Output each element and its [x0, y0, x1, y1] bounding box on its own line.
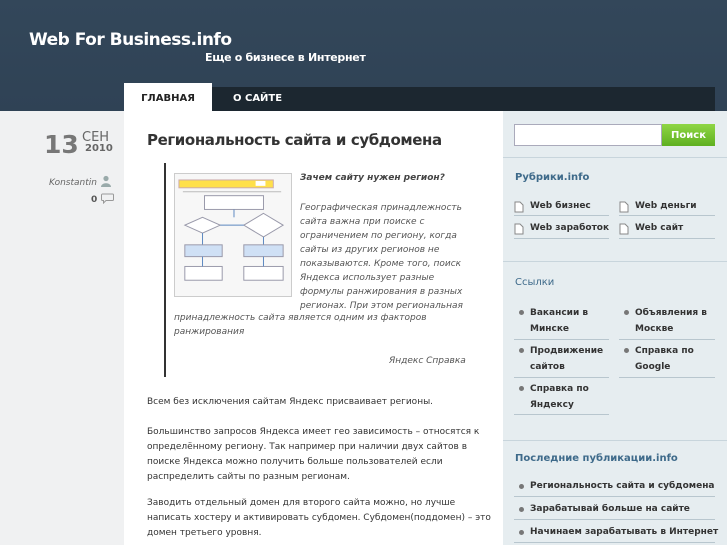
comment-count[interactable]: 0: [91, 195, 97, 205]
post-date-year: 2010: [85, 143, 113, 154]
divider: [514, 377, 609, 378]
divider: [514, 238, 609, 239]
site-tagline: Еще о бизнесе в Интернет: [205, 51, 366, 64]
site-header: Web For Business.info Еще о бизнесе в Ин…: [0, 0, 727, 112]
recent-post-item[interactable]: Начинаем зарабатывать в Интернет: [530, 524, 720, 540]
category-web-business[interactable]: Web бизнес: [530, 201, 591, 211]
recent-posts-heading: Последние публикации.info: [515, 453, 678, 464]
category-web-earnings[interactable]: Web заработок: [530, 223, 609, 233]
document-icon: [619, 201, 629, 213]
document-icon: [514, 223, 524, 235]
bullet: [519, 484, 524, 489]
category-web-site[interactable]: Web сайт: [635, 223, 683, 233]
divider: [619, 339, 715, 340]
link-moscow-ads[interactable]: Объявления в Москве: [635, 305, 715, 337]
bullet: [519, 310, 524, 315]
tab-home[interactable]: Главная: [124, 83, 212, 111]
document-icon: [619, 223, 629, 235]
divider: [514, 496, 715, 497]
divider: [503, 261, 727, 262]
divider: [619, 238, 715, 239]
quote-source: Яндекс Справка: [389, 356, 466, 366]
bullet: [519, 530, 524, 535]
user-icon: [101, 175, 111, 187]
search-input[interactable]: [514, 124, 662, 146]
flowchart-image: [174, 173, 292, 297]
categories-heading: Рубрики.info: [515, 172, 590, 183]
quote-bar: [164, 163, 166, 377]
quote-text-continued: принадлежность сайта является одним из ф…: [174, 313, 427, 337]
bullet: [624, 310, 629, 315]
post-title[interactable]: Региональность сайта и субдомена: [147, 131, 442, 149]
document-icon: [514, 201, 524, 213]
tab-about[interactable]: О сайте: [233, 87, 282, 111]
post-paragraph: Заводить отдельный домен для второго сай…: [147, 498, 491, 538]
divider: [503, 157, 727, 158]
bullet: [519, 348, 524, 353]
link-google-help[interactable]: Справка по Google: [635, 343, 715, 375]
site-logo[interactable]: Web For Business.info: [29, 30, 232, 50]
link-site-promotion[interactable]: Продвижение сайтов: [530, 343, 612, 375]
divider: [514, 414, 609, 415]
quote-text: Географическая принадлежность сайта важн…: [300, 203, 463, 311]
post-author[interactable]: Konstantin: [49, 178, 97, 188]
post-date-day: 13: [44, 130, 79, 159]
recent-post-item[interactable]: Региональность сайта и субдомена: [530, 478, 720, 494]
bullet: [519, 386, 524, 391]
category-web-money[interactable]: Web деньги: [635, 201, 697, 211]
divider: [514, 519, 715, 520]
comment-icon: [101, 193, 114, 204]
divider: [514, 339, 609, 340]
sidebar: Поиск Рубрики.info Web бизнес Web деньги…: [503, 111, 727, 545]
search-button[interactable]: Поиск: [662, 124, 715, 146]
main-nav: Главная О сайте: [124, 83, 715, 111]
link-yandex-help[interactable]: Справка по Яндексу: [530, 381, 612, 413]
divider: [514, 542, 715, 543]
page-body: 13 Сен 2010 Konstantin 0 Региональность …: [0, 111, 727, 545]
divider: [514, 215, 609, 216]
divider: [503, 440, 727, 441]
post-paragraph: Большинство запросов Яндекса имеет гео з…: [147, 427, 480, 482]
links-heading: Ссылки: [515, 277, 555, 288]
divider: [619, 377, 715, 378]
bullet: [624, 348, 629, 353]
bullet: [519, 507, 524, 512]
quote-title: Зачем сайту нужен регион?: [300, 173, 445, 183]
post-content: Региональность сайта и субдомена Зачем с…: [124, 111, 504, 545]
post-meta: 13 Сен 2010 Konstantin 0: [0, 111, 124, 545]
post-paragraph: Всем без исключения сайтам Яндекс присва…: [147, 397, 434, 407]
recent-post-item[interactable]: Зарабатывай больше на сайте: [530, 501, 720, 517]
divider: [619, 215, 715, 216]
link-minsk-vacancies[interactable]: Вакансии в Минске: [530, 305, 612, 337]
